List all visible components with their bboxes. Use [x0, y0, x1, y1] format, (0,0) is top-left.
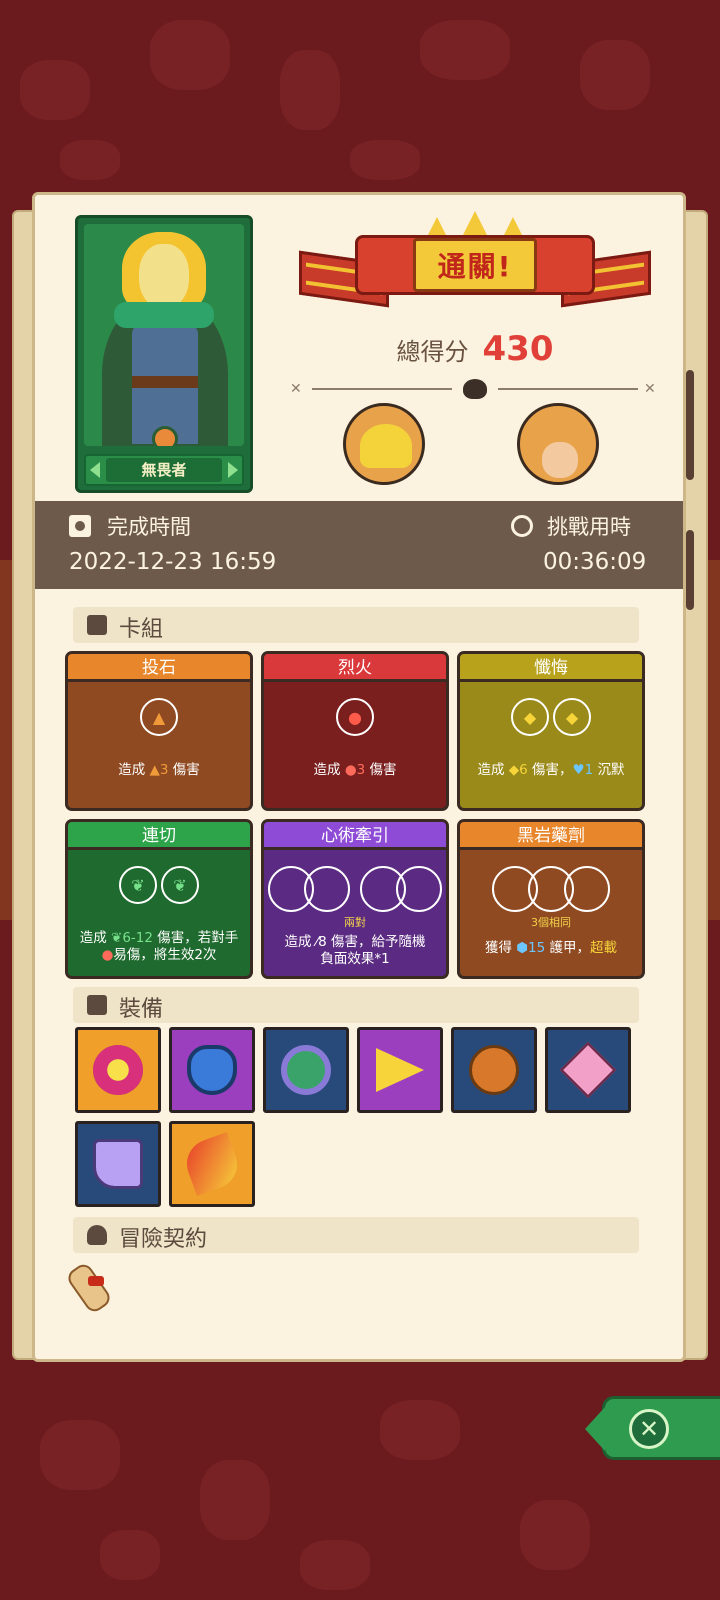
seed-pot-icon[interactable] — [451, 1027, 537, 1113]
empty-slot-icon — [564, 866, 610, 912]
crossed-swords-icon: ✕ — [644, 381, 656, 397]
ornament-divider: ✕ ✕ — [290, 377, 660, 401]
leaf-ring-icon[interactable] — [263, 1027, 349, 1113]
total-score: 總得分 430 — [295, 329, 655, 369]
hero-name-bar: 無畏者 — [84, 454, 244, 486]
skull-icon — [463, 379, 487, 399]
card-desc: 造成 ⁄8 傷害，給予隨機 負面效果*1 — [284, 934, 426, 967]
contract-icon — [87, 1225, 107, 1245]
card-name: 心術牽引 — [264, 822, 446, 850]
deck-card[interactable]: 投石 ▲ 造成 ▲3 傷害 — [65, 651, 253, 811]
holy-diamond-icon: ◆ — [511, 698, 549, 736]
hero-portrait — [84, 224, 244, 446]
leaf-icon: ❦ — [161, 866, 199, 904]
time-band: 完成時間 2022-12-23 16:59 挑戰用時 00:36:09 — [35, 501, 683, 589]
card-name: 黑岩藥劑 — [460, 822, 642, 850]
duration-value: 00:36:09 — [543, 549, 647, 575]
calendar-icon — [69, 515, 91, 537]
fire-feather-icon[interactable] — [169, 1121, 255, 1207]
holy-diamond-icon: ◆ — [553, 698, 591, 736]
card-desc: 造成 ●3 傷害 — [313, 762, 397, 778]
close-icon: ✕ — [629, 1409, 669, 1449]
score-label: 總得分 — [396, 337, 469, 366]
scroll-indicator-lower — [686, 530, 694, 610]
card-desc: 造成 ❦6-12 傷害，若對手 ●易傷，將生效2次 — [79, 930, 239, 963]
equipment-title: 裝備 — [119, 997, 164, 1022]
card-name: 投石 — [68, 654, 250, 682]
card-desc: 獲得 ⬢15 護甲，超載 — [484, 940, 618, 956]
card-condition: 兩對 — [344, 916, 366, 929]
banner-title: 通關! — [437, 250, 513, 283]
cheese-wedge-icon[interactable] — [357, 1027, 443, 1113]
finish-time-value: 2022-12-23 16:59 — [69, 549, 277, 575]
crossed-swords-icon: ✕ — [290, 381, 302, 397]
empty-slot-icon — [396, 866, 442, 912]
crystal-die-icon[interactable] — [545, 1027, 631, 1113]
deck-card[interactable]: 連切 ❦ ❦ 造成 ❦6-12 傷害，若對手 ●易傷，將生效2次 — [65, 819, 253, 979]
deck-header: 卡組 — [73, 607, 639, 643]
finish-time-label: 完成時間 — [107, 515, 191, 539]
deck-card[interactable]: 黑岩藥劑 3個相同 獲得 ⬢15 護甲，超載 — [457, 819, 645, 979]
card-condition: 3個相同 — [531, 916, 571, 929]
card-desc: 造成 ◆6 傷害，♥1 沉默 — [477, 762, 625, 778]
contract-header: 冒險契約 — [73, 1217, 639, 1253]
hero-name: 無畏者 — [106, 458, 222, 482]
arrow-left-icon — [90, 462, 100, 478]
cards-icon — [87, 615, 107, 635]
score-value: 430 — [482, 329, 554, 369]
companion-avatar-beast[interactable] — [517, 403, 599, 485]
rock-icon: ▲ — [140, 698, 178, 736]
deck-title: 卡組 — [119, 617, 164, 642]
card-name: 烈火 — [264, 654, 446, 682]
card-name: 懺悔 — [460, 654, 642, 682]
companion-avatar-wizard[interactable] — [343, 403, 425, 485]
equipment-header: 裝備 — [73, 987, 639, 1023]
deck-card[interactable]: 烈火 ● 造成 ●3 傷害 — [261, 651, 449, 811]
hero-card[interactable]: 無畏者 — [75, 215, 253, 493]
crystal-boot-icon[interactable] — [75, 1121, 161, 1207]
card-desc: 造成 ▲3 傷害 — [118, 762, 200, 778]
contract-title: 冒險契約 — [119, 1227, 208, 1252]
scroll-icon[interactable] — [64, 1256, 120, 1316]
fire-icon: ● — [336, 698, 374, 736]
shield-crest-icon[interactable] — [169, 1027, 255, 1113]
scroll-indicator — [686, 370, 694, 480]
leaf-icon: ❦ — [119, 866, 157, 904]
victory-banner: 通關! — [297, 211, 653, 337]
close-button[interactable]: ✕ — [585, 1396, 720, 1460]
deck-card[interactable]: 心術牽引 兩對 造成 ⁄8 傷害，給予隨機 負面效果*1 — [261, 819, 449, 979]
card-name: 連切 — [68, 822, 250, 850]
hero-emblem-icon — [152, 426, 178, 446]
duration-label: 挑戰用時 — [547, 515, 631, 539]
magic-orb-icon[interactable] — [75, 1027, 161, 1113]
arrow-right-icon — [228, 462, 238, 478]
stopwatch-icon — [511, 515, 533, 537]
result-panel: 無畏者 通關! 總得分 430 ✕ ✕ 完成時間 2022-12-23 16:5… — [32, 192, 686, 1362]
cube-icon — [87, 995, 107, 1015]
deck-card[interactable]: 懺悔 ◆ ◆ 造成 ◆6 傷害，♥1 沉默 — [457, 651, 645, 811]
empty-slot-icon — [304, 866, 350, 912]
